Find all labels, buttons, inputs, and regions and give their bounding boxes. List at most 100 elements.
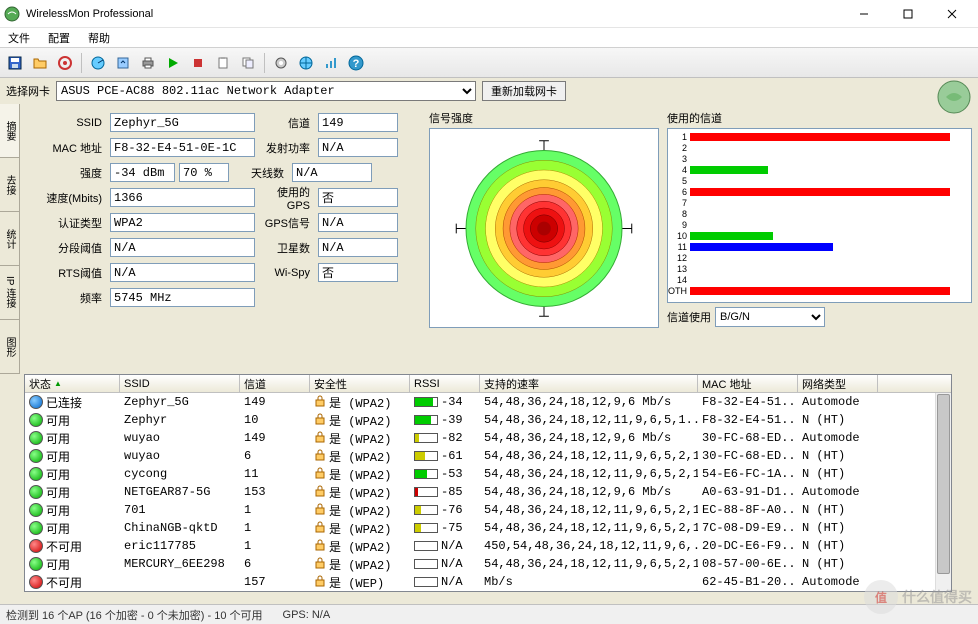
close-button[interactable] — [930, 0, 974, 28]
lock-icon — [314, 503, 326, 518]
list-scrollbar[interactable] — [935, 393, 951, 591]
list-row[interactable]: 可用wuyao149是 (WPA2) -8254,48,36,24,18,12,… — [25, 429, 951, 447]
clipboard-icon[interactable] — [212, 52, 234, 74]
copy-icon[interactable] — [237, 52, 259, 74]
adapter-select[interactable]: ASUS PCE-AC88 802.11ac Network Adapter — [56, 81, 476, 101]
channel-select-label: 信道使用 — [667, 309, 711, 325]
list-row[interactable]: 可用Zephyr10是 (WPA2) -3954,48,36,24,18,12,… — [25, 411, 951, 429]
ssid-value: Zephyr_5G — [110, 113, 255, 132]
channel-number: 3 — [668, 154, 690, 164]
main-area: 摘要 去接 统计 IP 连接 图形 SSIDZephyr_5G信道149 MAC… — [0, 104, 978, 374]
status-dot-icon — [29, 557, 43, 571]
target-icon[interactable] — [54, 52, 76, 74]
lock-icon — [314, 467, 326, 482]
menu-config[interactable]: 配置 — [44, 28, 74, 48]
channel-number: 8 — [668, 209, 690, 219]
wispy-value: 否 — [318, 263, 398, 282]
radar-icon[interactable] — [87, 52, 109, 74]
sidetab-graph[interactable]: 图形 — [0, 320, 19, 374]
play-icon[interactable] — [162, 52, 184, 74]
status-dot-icon — [29, 539, 43, 553]
help-icon[interactable]: ? — [345, 52, 367, 74]
info-panel: SSIDZephyr_5G信道149 MAC 地址F8-32-E4-51-0E-… — [26, 110, 421, 368]
list-row[interactable]: 不可用157是 (WEP) N/A Mb/s62-45-B1-20...Auto… — [25, 573, 951, 591]
globe-icon[interactable] — [295, 52, 317, 74]
channel-row: 7 — [668, 197, 969, 208]
speed-label: 速度(Mbits) — [26, 190, 106, 206]
sidetab-stats[interactable]: 统计 — [0, 212, 19, 266]
sat-label: 卫星数 — [259, 240, 314, 256]
list-row[interactable]: 不可用eric1177851是 (WPA2) N/A450,54,48,36,2… — [25, 537, 951, 555]
status-gps: GPS: N/A — [283, 609, 331, 621]
minimize-button[interactable] — [842, 0, 886, 28]
rts-value: N/A — [110, 263, 255, 282]
col-channel[interactable]: 信道 — [240, 375, 310, 392]
col-status[interactable]: 状态▲ — [25, 375, 120, 392]
lock-icon — [314, 413, 326, 428]
list-row[interactable]: 可用NETGEAR87-5G153是 (WPA2) -8554,48,36,24… — [25, 483, 951, 501]
channel-row: 12 — [668, 252, 969, 263]
watermark-icon: 值 — [864, 580, 898, 614]
adapter-row: 选择网卡 ASUS PCE-AC88 802.11ac Network Adap… — [0, 78, 978, 104]
channel-row: OTH — [668, 285, 969, 296]
menubar: 文件 配置 帮助 — [0, 28, 978, 48]
channel-number: 2 — [668, 143, 690, 153]
channel-row: 14 — [668, 274, 969, 285]
list-header: 状态▲ SSID 信道 安全性 RSSI 支持的速率 MAC 地址 网络类型 — [25, 375, 951, 393]
status-ap-count: 检测到 16 个AP (16 个加密 - 0 个未加密) - 10 个可用 — [6, 607, 263, 623]
channel-title: 使用的信道 — [667, 110, 972, 126]
list-row[interactable]: 可用7011是 (WPA2) -7654,48,36,24,18,12,11,9… — [25, 501, 951, 519]
sidetab-summary[interactable]: 摘要 — [0, 104, 19, 158]
channel-bar — [690, 133, 950, 141]
brand-logo-icon — [936, 79, 972, 115]
adapter-label: 选择网卡 — [6, 83, 50, 99]
printer-icon[interactable] — [137, 52, 159, 74]
gpssig-label: GPS信号 — [259, 215, 314, 231]
list-row[interactable]: 可用MERCURY_6EE2986是 (WPA2) N/A54,48,36,24… — [25, 555, 951, 573]
channel-row: 13 — [668, 263, 969, 274]
save-icon[interactable] — [4, 52, 26, 74]
folder-open-icon[interactable] — [29, 52, 51, 74]
list-row[interactable]: 可用wuyao6是 (WPA2) -6154,48,36,24,18,12,11… — [25, 447, 951, 465]
col-security[interactable]: 安全性 — [310, 375, 410, 392]
status-dot-icon — [29, 521, 43, 535]
auth-label: 认证类型 — [26, 215, 106, 231]
col-rssi[interactable]: RSSI — [410, 375, 480, 392]
status-dot-icon — [29, 503, 43, 517]
export-icon[interactable] — [112, 52, 134, 74]
channel-label: 信道 — [259, 115, 314, 131]
channel-mode-select[interactable]: B/G/N — [715, 307, 825, 327]
list-row[interactable]: 可用cycong11是 (WPA2) -5354,48,36,24,18,12,… — [25, 465, 951, 483]
menu-file[interactable]: 文件 — [4, 28, 34, 48]
wispy-label: Wi-Spy — [259, 267, 314, 279]
col-nettype[interactable]: 网络类型 — [798, 375, 878, 392]
col-rates[interactable]: 支持的速率 — [480, 375, 698, 392]
antenna-label: 天线数 — [233, 165, 288, 181]
graph-icon[interactable] — [320, 52, 342, 74]
col-mac[interactable]: MAC 地址 — [698, 375, 798, 392]
menu-help[interactable]: 帮助 — [84, 28, 114, 48]
sidetab-connect[interactable]: 去接 — [0, 158, 19, 212]
reload-adapter-button[interactable]: 重新加载网卡 — [482, 81, 566, 101]
status-dot-icon — [29, 413, 43, 427]
frag-value: N/A — [110, 238, 255, 257]
maximize-button[interactable] — [886, 0, 930, 28]
list-row[interactable]: 可用ChinaNGB-qktD1是 (WPA2) -7554,48,36,24,… — [25, 519, 951, 537]
radar-display — [429, 128, 659, 328]
stop-icon[interactable] — [187, 52, 209, 74]
channel-chart: 1234567891011121314OTH — [667, 128, 972, 303]
channel-row: 6 — [668, 186, 969, 197]
sort-arrow-icon: ▲ — [54, 379, 62, 388]
titlebar: WirelessMon Professional — [0, 0, 978, 28]
channel-number: 5 — [668, 176, 690, 186]
watermark-text: 什么值得买 — [902, 587, 972, 607]
list-row[interactable]: 已连接Zephyr_5G149是 (WPA2) -3454,48,36,24,1… — [25, 393, 951, 411]
col-ssid[interactable]: SSID — [120, 375, 240, 392]
gear-icon[interactable] — [270, 52, 292, 74]
lock-icon — [314, 485, 326, 500]
lock-icon — [314, 575, 326, 590]
channel-number: OTH — [668, 286, 690, 296]
channel-number: 6 — [668, 187, 690, 197]
channel-number: 14 — [668, 275, 690, 285]
sidetab-ip[interactable]: IP 连接 — [0, 266, 19, 320]
